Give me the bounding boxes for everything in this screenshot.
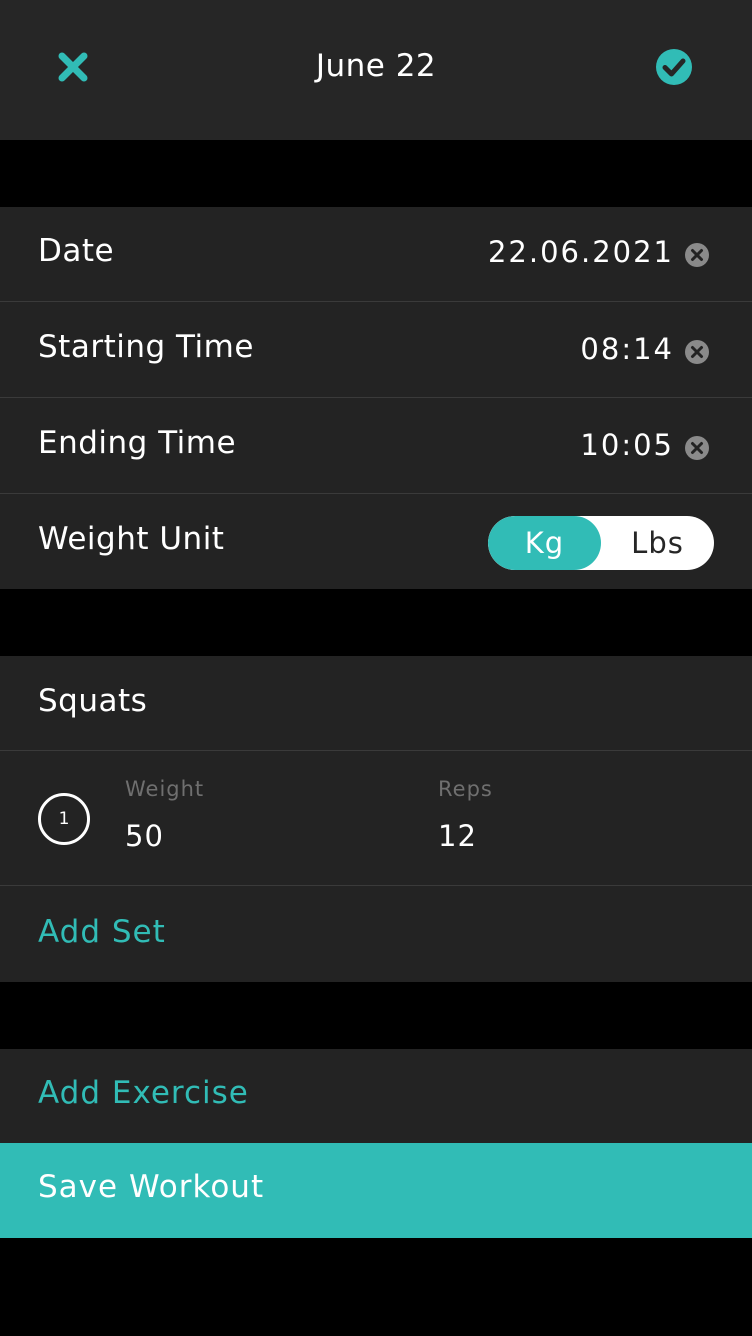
ending-time-label: Ending Time: [38, 425, 237, 461]
save-workout-label: Save Workout: [38, 1169, 265, 1205]
set-weight-value[interactable]: 50: [125, 819, 164, 853]
weight-unit-toggle[interactable]: Kg Lbs: [488, 516, 714, 570]
save-workout-button[interactable]: Save Workout: [0, 1143, 752, 1238]
page-title: June 22: [315, 48, 437, 84]
ending-time-row[interactable]: Ending Time 10:05: [0, 398, 752, 494]
exercise-header-row[interactable]: Squats: [0, 656, 752, 751]
confirm-button[interactable]: [655, 48, 693, 86]
weight-unit-row: Weight Unit Kg Lbs: [0, 494, 752, 589]
add-set-button[interactable]: Add Set: [38, 914, 166, 950]
reps-column-label: Reps: [438, 777, 493, 801]
set-reps-value[interactable]: 12: [438, 819, 477, 853]
exercise-card: Squats 1 Weight 50 Reps 12 Add Set: [0, 656, 752, 982]
workout-details-section: Date 22.06.2021 Starting Time 08:14 Endi…: [0, 207, 752, 589]
clear-ending-time-icon[interactable]: [684, 435, 710, 461]
add-exercise-row[interactable]: Add Exercise: [0, 1049, 752, 1143]
unit-option-kg[interactable]: Kg: [488, 516, 601, 570]
ending-time-value[interactable]: 10:05: [580, 428, 674, 462]
date-label: Date: [38, 233, 115, 269]
starting-time-value[interactable]: 08:14: [580, 332, 674, 366]
date-row[interactable]: Date 22.06.2021: [0, 207, 752, 302]
date-value[interactable]: 22.06.2021: [488, 235, 674, 269]
starting-time-row[interactable]: Starting Time 08:14: [0, 302, 752, 398]
check-circle-icon: [656, 49, 692, 85]
clear-starting-time-icon[interactable]: [684, 339, 710, 365]
set-number-badge: 1: [38, 793, 90, 845]
add-exercise-button[interactable]: Add Exercise: [38, 1075, 249, 1111]
clear-date-icon[interactable]: [684, 242, 710, 268]
weight-unit-label: Weight Unit: [38, 521, 225, 557]
weight-column-label: Weight: [125, 777, 205, 801]
exercise-name: Squats: [38, 683, 148, 719]
set-row[interactable]: 1 Weight 50 Reps 12: [0, 751, 752, 886]
add-set-row[interactable]: Add Set: [0, 886, 752, 982]
unit-option-lbs[interactable]: Lbs: [601, 516, 714, 570]
top-bar: June 22: [0, 0, 752, 140]
starting-time-label: Starting Time: [38, 329, 254, 365]
